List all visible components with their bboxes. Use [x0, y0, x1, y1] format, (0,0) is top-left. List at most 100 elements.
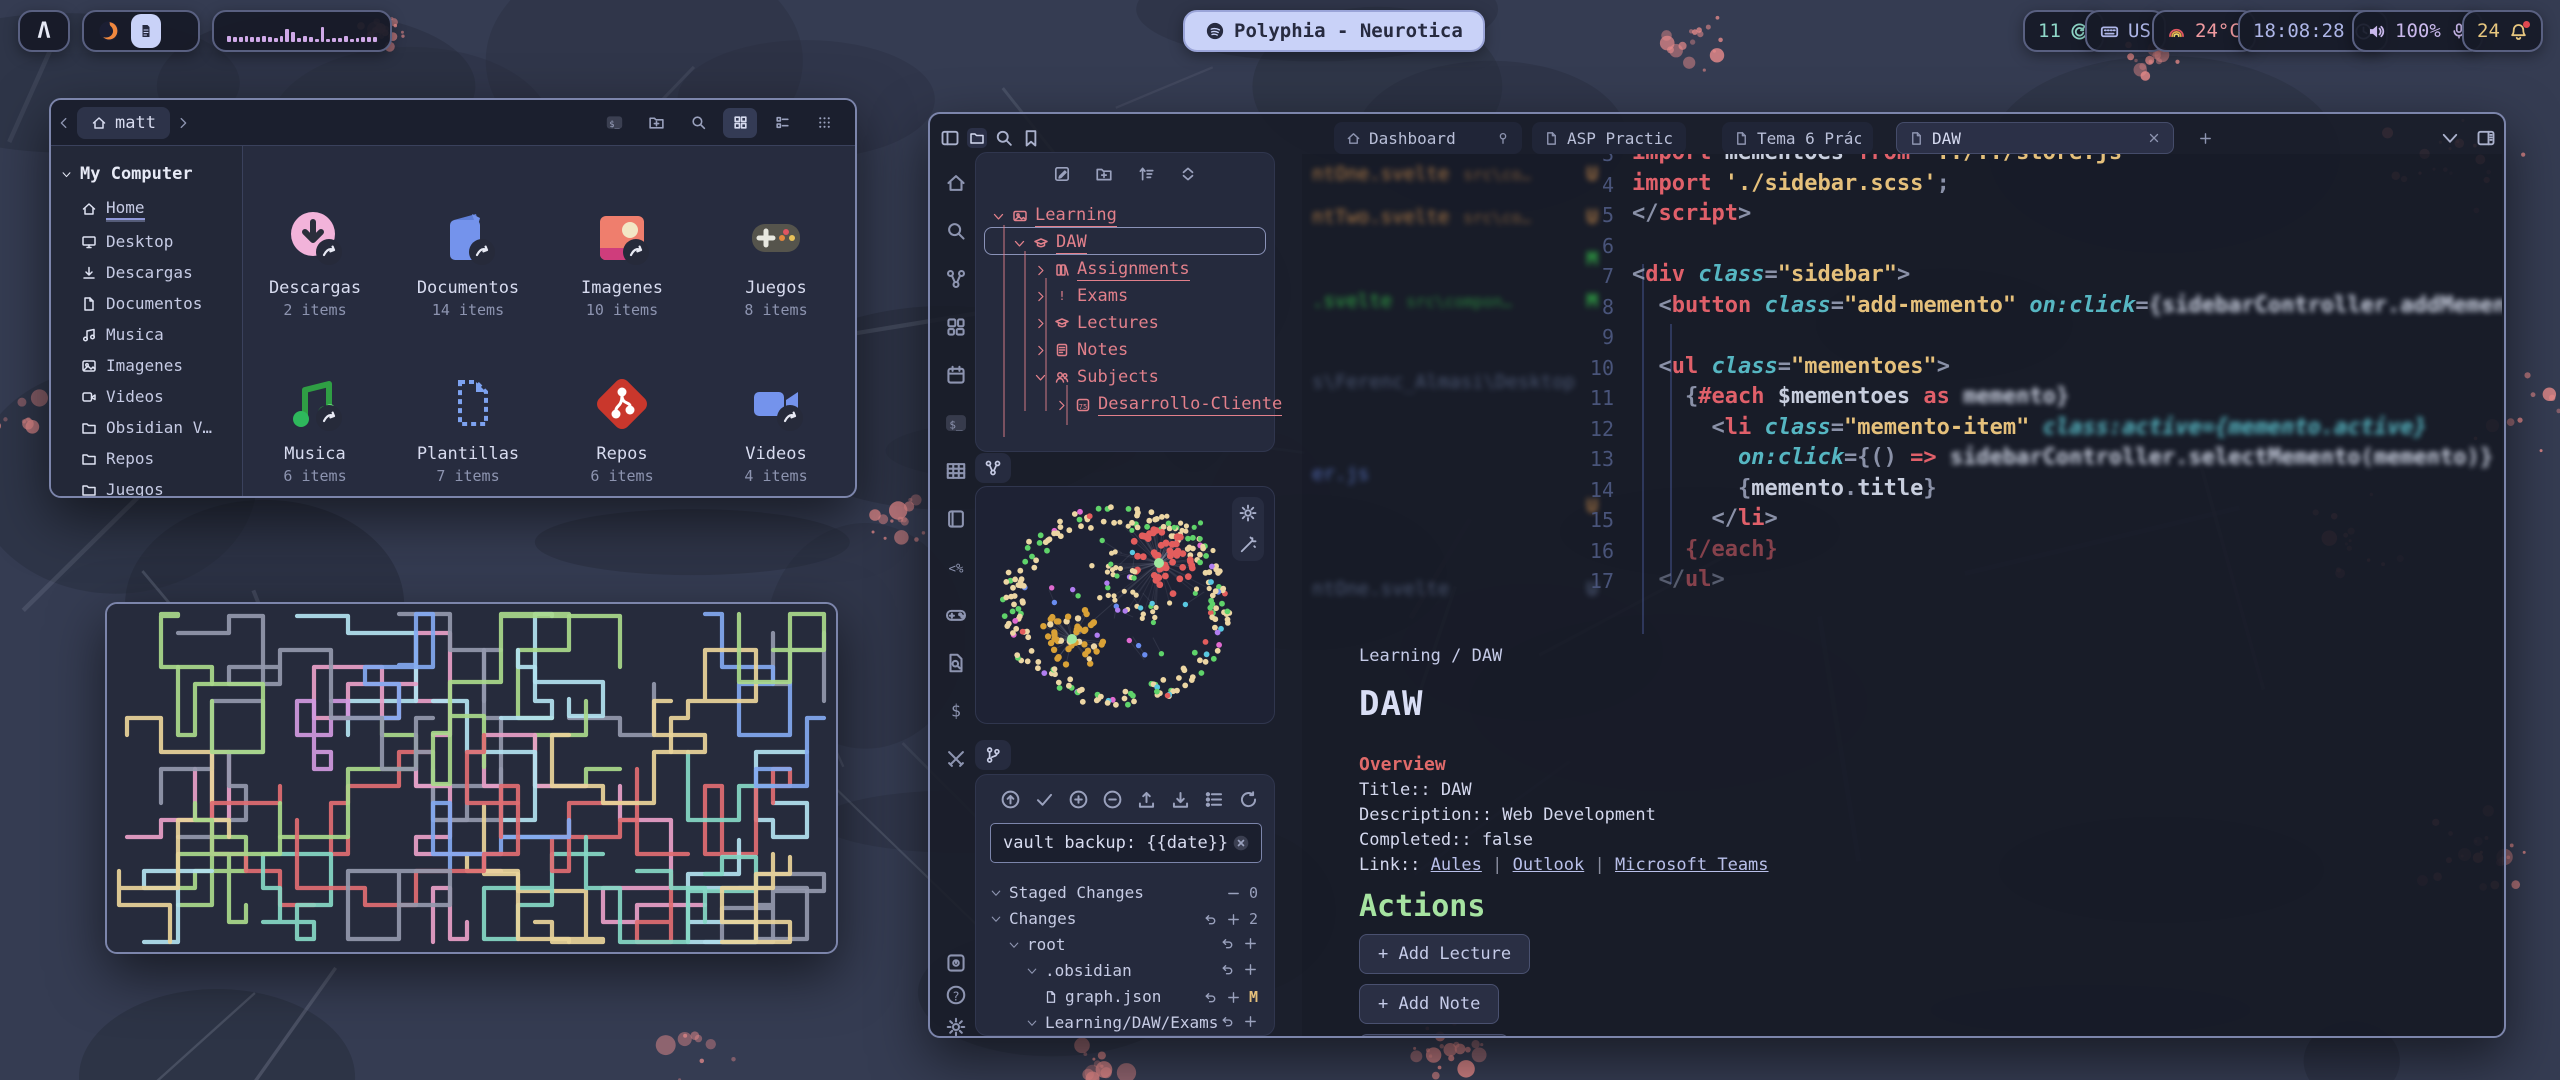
app-switcher[interactable]: [82, 10, 200, 52]
commit-message-input[interactable]: [990, 823, 1262, 863]
toggle-left-sidebar[interactable]: [940, 128, 960, 148]
graph-view-tab[interactable]: [975, 453, 1011, 483]
tree-item-lectures[interactable]: Lectures: [1034, 313, 1159, 333]
ribbon-book-icon[interactable]: [945, 508, 967, 530]
bookmarks-view[interactable]: [1021, 128, 1041, 148]
ribbon-vault-icon[interactable]: [945, 952, 967, 974]
link-microsoft-teams[interactable]: Microsoft Teams: [1615, 855, 1769, 875]
ribbon-help-icon[interactable]: ?: [945, 984, 967, 1006]
tree-sort-icon[interactable]: [1137, 165, 1155, 183]
git-row-actions[interactable]: [1220, 962, 1258, 977]
pull-button[interactable]: [1170, 789, 1191, 810]
ribbon-swords-icon[interactable]: [945, 748, 967, 770]
tree-item-learning[interactable]: Learning: [992, 205, 1117, 227]
refresh-button[interactable]: [1238, 789, 1259, 810]
git-view-tab[interactable]: [975, 740, 1011, 770]
sidebar-item-repos[interactable]: Repos: [51, 443, 242, 474]
notifications-widget[interactable]: 24: [2462, 10, 2543, 52]
tab-asp-practice-6[interactable]: ASP Practice 6: [1532, 122, 1686, 154]
ribbon-table-icon[interactable]: [945, 460, 967, 482]
folder-repos[interactable]: Repos6 items: [552, 372, 692, 485]
sidebar-item-documentos[interactable]: Documentos: [51, 288, 242, 319]
commit-button[interactable]: [1034, 789, 1055, 810]
ribbon-code-icon[interactable]: <%: [945, 556, 967, 578]
git-row-actions[interactable]: [1220, 1014, 1258, 1029]
sidebar-item-descargas[interactable]: Descargas: [51, 257, 242, 288]
ribbon-gear-icon[interactable]: [945, 1016, 967, 1038]
git-row-actions[interactable]: M: [1203, 988, 1258, 1006]
action-button--add-lecture[interactable]: + Add Lecture: [1359, 934, 1530, 974]
sidebar-item-musica[interactable]: Musica: [51, 319, 242, 350]
open-terminal-button[interactable]: $_: [597, 108, 631, 138]
note-breadcrumb[interactable]: Learning / DAW: [1359, 646, 1502, 666]
git-row-actions[interactable]: [1220, 936, 1258, 951]
tree-item-subjects[interactable]: Subjects: [1034, 367, 1159, 387]
sidebar-item-juegos[interactable]: Juegos: [51, 474, 242, 498]
tree-item-exams[interactable]: !Exams: [1034, 286, 1128, 306]
folder-videos[interactable]: Videos4 items: [706, 372, 846, 485]
backup-commit-push-button[interactable]: [1000, 789, 1021, 810]
ribbon-cards-icon[interactable]: [945, 316, 967, 338]
graph-settings-button[interactable]: [1238, 503, 1258, 523]
media-widget[interactable]: Polyphia - Neurotica: [1183, 10, 1485, 52]
git-row-root[interactable]: root: [1008, 935, 1066, 954]
ribbon-home-icon[interactable]: [945, 172, 967, 194]
document-app-icon[interactable]: [131, 14, 161, 48]
tree-new-folder-icon[interactable]: [1095, 165, 1113, 183]
search-view[interactable]: [994, 128, 1014, 148]
tree-collapse-icon[interactable]: [1179, 165, 1197, 183]
breadcrumb[interactable]: matt: [77, 107, 170, 139]
firefox-icon[interactable]: [97, 19, 121, 43]
sidebar-item-videos[interactable]: Videos: [51, 381, 242, 412]
nav-back-button[interactable]: [51, 110, 77, 136]
tree-new-note-icon[interactable]: [1053, 165, 1071, 183]
git-row-actions[interactable]: 2: [1203, 910, 1258, 928]
folder-descargas[interactable]: Descargas2 items: [245, 206, 385, 319]
clear-commit-message-button[interactable]: [1232, 834, 1250, 852]
action-button-partial[interactable]: [1359, 1034, 1509, 1036]
tab-dashboard[interactable]: Dashboard: [1334, 122, 1522, 154]
tab-tema-6-pr-cticas-[interactable]: Tema 6 Prácticas -…: [1722, 122, 1873, 154]
tab-list-dropdown[interactable]: [2440, 128, 2460, 148]
sidebar-item-obsidian-v-[interactable]: Obsidian V…: [51, 412, 242, 443]
sidebar-item-home[interactable]: Home: [51, 192, 242, 226]
link-aules[interactable]: Aules: [1431, 855, 1482, 875]
folder-juegos[interactable]: Juegos8 items: [706, 206, 846, 319]
ribbon-terminal-icon[interactable]: $_: [945, 412, 967, 434]
graph-visualization[interactable]: [976, 487, 1274, 723]
compact-view-button[interactable]: [807, 108, 841, 138]
git-row-staged-changes[interactable]: Staged Changes: [990, 883, 1144, 902]
ribbon-dollar-icon[interactable]: $: [945, 700, 967, 722]
ribbon-search-icon[interactable]: [945, 220, 967, 242]
git-row-actions[interactable]: 0: [1226, 884, 1258, 902]
new-tab-button[interactable]: [2192, 122, 2219, 154]
push-button[interactable]: [1136, 789, 1157, 810]
close-tab-button[interactable]: [2147, 131, 2161, 145]
editor-pane[interactable]: ntOne.sveltesrc\co…UntTwo.sveltesrc\co…U…: [1302, 154, 2502, 1036]
sidebar-item-imagenes[interactable]: Imagenes: [51, 350, 242, 381]
launcher-button[interactable]: Λ: [18, 10, 70, 52]
action-button--add-note[interactable]: + Add Note: [1359, 984, 1499, 1024]
folder-documentos[interactable]: Documentos14 items: [398, 206, 538, 319]
files-view[interactable]: [967, 128, 987, 148]
unstage-all-button[interactable]: [1102, 789, 1123, 810]
sidebar-item-desktop[interactable]: Desktop: [51, 226, 242, 257]
folder-plantillas[interactable]: Plantillas7 items: [398, 372, 538, 485]
sidebar-section-header[interactable]: My Computer: [51, 156, 242, 192]
nav-forward-button[interactable]: [170, 110, 196, 136]
folder-imagenes[interactable]: Imagenes10 items: [552, 206, 692, 319]
ribbon-file-search-icon[interactable]: [945, 652, 967, 674]
list-view-button[interactable]: [765, 108, 799, 138]
tree-item-desarrollo-cliente[interactable]: 75Desarrollo-Cliente: [1055, 394, 1282, 416]
graph-filter-button[interactable]: [1238, 535, 1258, 555]
git-row-graph-json[interactable]: graph.json: [1044, 987, 1161, 1006]
grid-view-button[interactable]: [723, 108, 757, 138]
new-folder-button[interactable]: [639, 108, 673, 138]
git-row-changes[interactable]: Changes: [990, 909, 1076, 928]
stage-all-button[interactable]: [1068, 789, 1089, 810]
search-button[interactable]: [681, 108, 715, 138]
change-layout-button[interactable]: [1204, 789, 1225, 810]
tree-item-assignments[interactable]: Assignments: [1034, 259, 1190, 281]
link-outlook[interactable]: Outlook: [1513, 855, 1585, 875]
git-row-learning-daw-exams[interactable]: Learning/DAW/Exams: [1026, 1013, 1218, 1032]
